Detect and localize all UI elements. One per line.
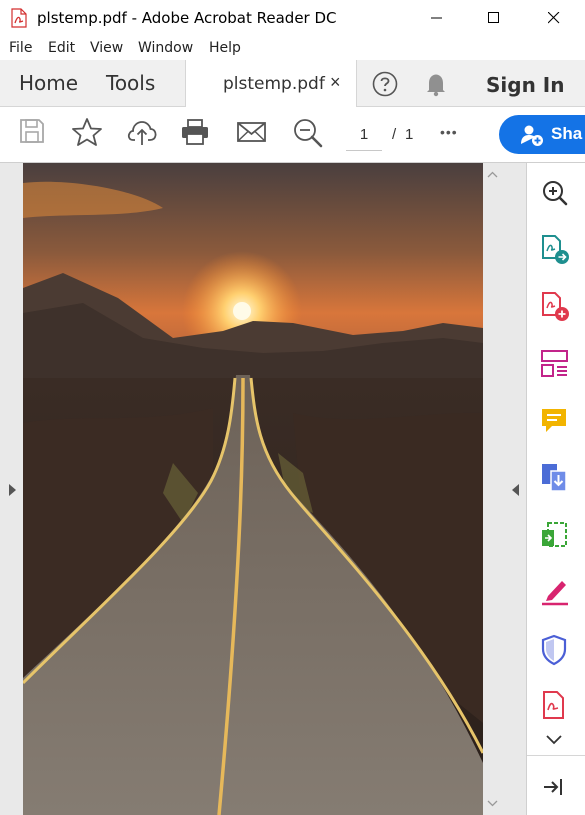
minimize-button[interactable] xyxy=(414,0,460,36)
tool-combine-files[interactable] xyxy=(540,462,570,499)
upload-button[interactable] xyxy=(126,117,158,152)
envelope-icon xyxy=(237,122,266,142)
panel-divider xyxy=(527,755,585,756)
pdf-document-icon xyxy=(543,691,564,719)
bell-icon xyxy=(427,74,445,97)
protect-icon xyxy=(541,634,567,666)
window-title: plstemp.pdf - Adobe Acrobat Reader DC xyxy=(37,9,337,27)
close-window-button[interactable] xyxy=(531,0,577,36)
menu-window[interactable]: Window xyxy=(138,40,193,56)
share-button-label: Sha xyxy=(551,124,583,143)
minimize-icon xyxy=(431,17,442,19)
create-pdf-icon xyxy=(542,292,569,321)
menu-file[interactable]: File xyxy=(9,40,32,56)
tab-document[interactable]: plstemp.pdf × xyxy=(185,60,357,107)
tool-fill-sign[interactable] xyxy=(540,576,570,611)
email-button[interactable] xyxy=(236,117,268,152)
tool-organize-pages[interactable] xyxy=(540,349,570,384)
chevron-down-icon xyxy=(546,735,562,745)
tool-scan-ocr[interactable] xyxy=(540,520,570,555)
scroll-tools-down-button[interactable] xyxy=(540,732,570,753)
document-tab-label: plstemp.pdf xyxy=(223,74,325,94)
export-pdf-icon xyxy=(542,235,569,264)
combine-files-icon xyxy=(542,464,567,492)
scroll-down-icon xyxy=(487,800,498,807)
cloud-upload-icon xyxy=(127,121,157,145)
scan-ocr-icon xyxy=(542,522,567,547)
save-button[interactable] xyxy=(18,117,46,150)
tab-home[interactable]: Home xyxy=(19,71,78,95)
star-icon xyxy=(72,118,102,146)
pdf-page-image xyxy=(23,163,483,815)
tool-zoom-search[interactable] xyxy=(540,179,570,212)
left-pane-toggle[interactable] xyxy=(0,163,23,815)
sign-in-button[interactable]: Sign In xyxy=(486,73,564,97)
scroll-up-icon xyxy=(487,171,498,178)
help-button[interactable] xyxy=(372,71,398,102)
tool-comment[interactable] xyxy=(540,406,570,441)
menu-help[interactable]: Help xyxy=(209,40,241,56)
more-tools-button[interactable]: ••• xyxy=(440,124,458,140)
menu-bar xyxy=(0,36,585,60)
collapse-panel-icon xyxy=(544,779,562,795)
printer-icon xyxy=(182,119,208,145)
fill-sign-icon xyxy=(542,581,568,606)
menu-edit[interactable]: Edit xyxy=(48,40,75,56)
menu-view[interactable]: View xyxy=(90,40,123,56)
organize-pages-icon xyxy=(541,350,568,377)
save-icon xyxy=(20,119,44,143)
zoom-out-button[interactable] xyxy=(292,117,324,154)
page-separator: / xyxy=(392,126,397,143)
page-number-input[interactable]: 1 xyxy=(346,122,382,151)
tab-tools[interactable]: Tools xyxy=(106,71,155,95)
notifications-button[interactable] xyxy=(425,71,447,102)
comment-icon xyxy=(542,409,566,432)
acrobat-app-icon xyxy=(11,8,27,33)
tool-pdf-document[interactable] xyxy=(540,690,570,727)
close-tab-button[interactable]: × xyxy=(330,72,341,93)
zoom-search-icon xyxy=(543,181,568,206)
zoom-out-icon xyxy=(294,119,323,148)
total-pages: 1 xyxy=(405,126,414,143)
add-user-icon xyxy=(520,123,544,152)
right-pane-toggle[interactable] xyxy=(502,163,527,815)
bookmark-button[interactable] xyxy=(71,117,103,152)
vertical-scrollbar[interactable] xyxy=(483,163,502,815)
collapse-panel-button[interactable] xyxy=(540,775,570,804)
tool-export-pdf[interactable] xyxy=(540,234,570,271)
print-button[interactable] xyxy=(180,117,210,152)
tool-create-pdf[interactable] xyxy=(540,291,570,328)
maximize-button[interactable] xyxy=(471,0,517,36)
tool-protect[interactable] xyxy=(540,634,570,671)
help-icon xyxy=(372,71,398,97)
close-icon xyxy=(548,12,560,24)
maximize-icon xyxy=(488,12,499,23)
